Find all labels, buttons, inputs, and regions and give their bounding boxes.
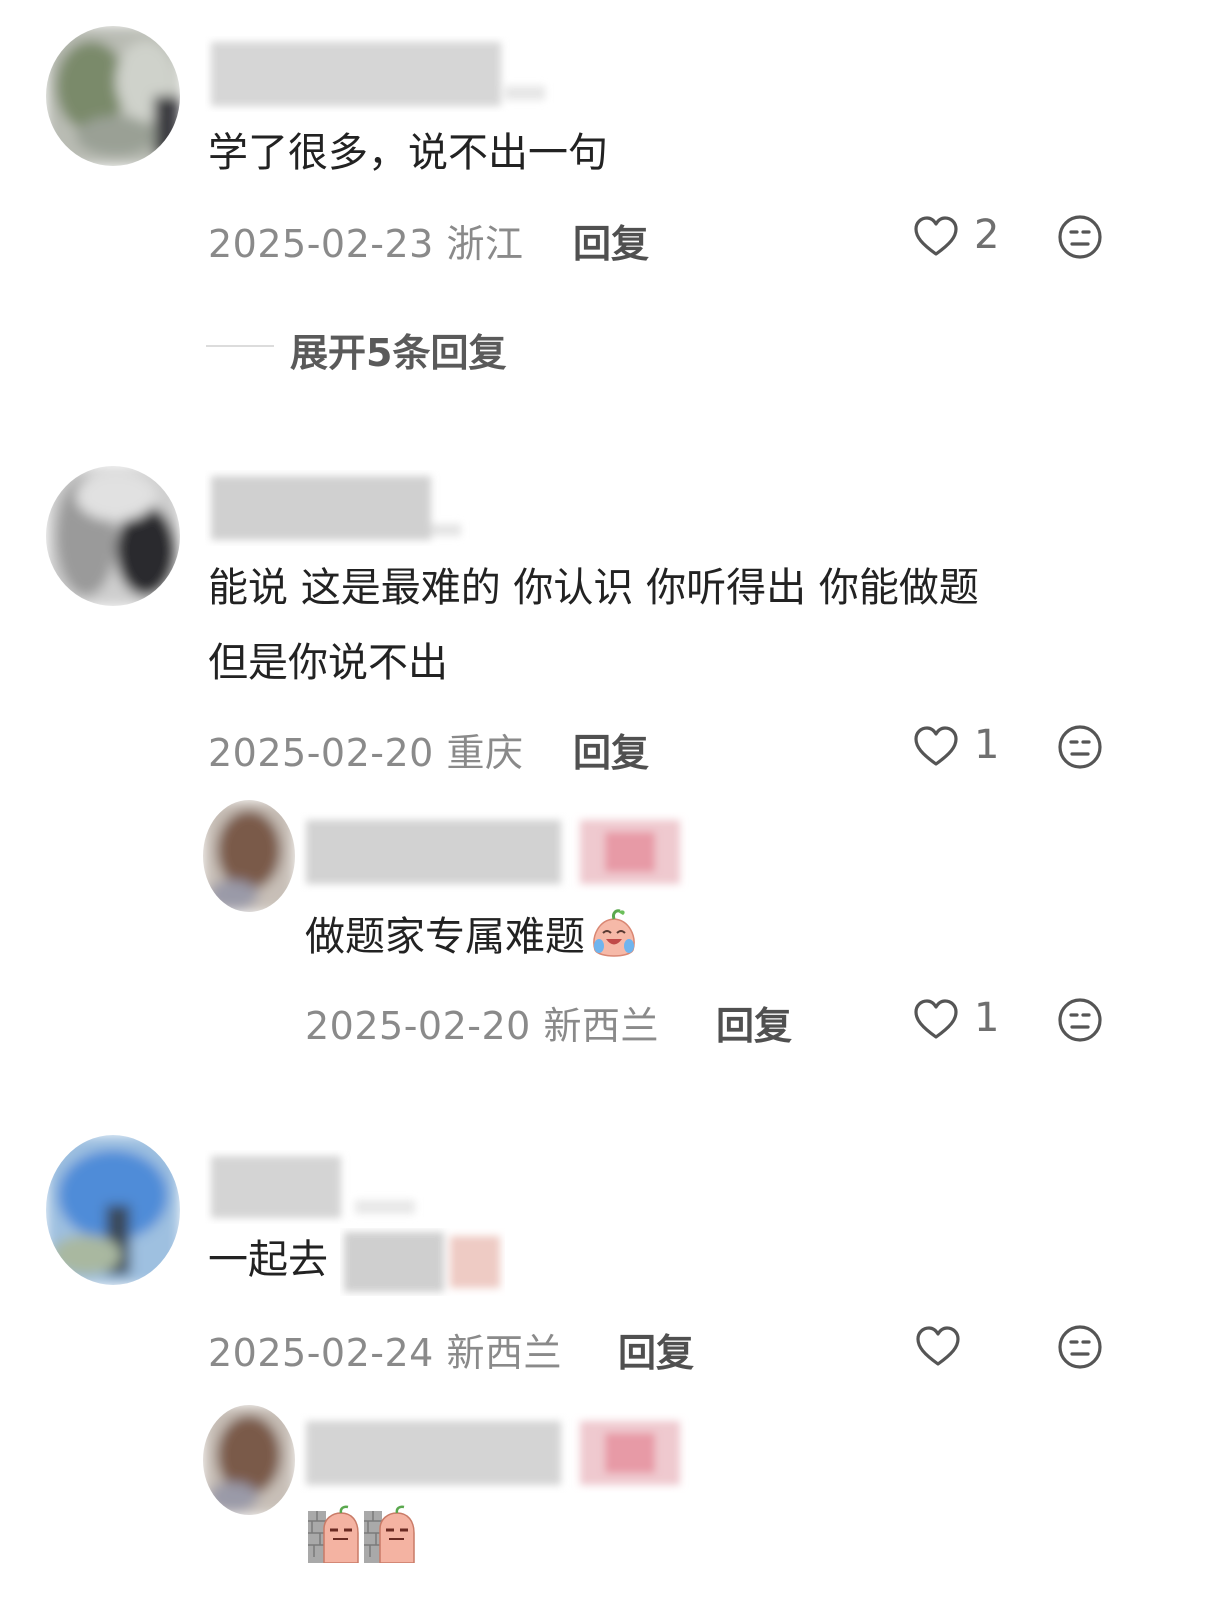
like-count: 1 — [974, 995, 1000, 1041]
comment-location: 新西兰 — [446, 1331, 562, 1375]
reply-username-redacted[interactable] — [300, 1413, 690, 1493]
like-count: 2 — [974, 212, 1000, 258]
comment-text: 学了很多，说不出一句 — [208, 130, 608, 176]
avatar[interactable] — [46, 466, 180, 606]
username-redacted[interactable] — [205, 1150, 435, 1224]
dislike-meh-icon[interactable] — [1056, 213, 1104, 261]
reply-text: 做题家专属难题 — [305, 906, 643, 979]
reply-location: 新西兰 — [543, 1004, 659, 1048]
dislike-meh-icon[interactable] — [1056, 723, 1104, 771]
avatar[interactable] — [46, 1135, 180, 1285]
reply-button[interactable]: 回复 — [716, 995, 792, 1050]
reply-meta: 2025-02-20 新西兰 — [305, 995, 659, 1050]
reply-username-redacted[interactable] — [300, 812, 690, 892]
mention-redacted[interactable] — [340, 1228, 505, 1296]
dislike-meh-icon[interactable] — [1056, 996, 1104, 1044]
comment-text: 一起去 — [208, 1232, 328, 1288]
comment-location: 重庆 — [446, 731, 524, 775]
comment-location: 浙江 — [446, 222, 524, 266]
dislike-meh-icon[interactable] — [1056, 1323, 1104, 1371]
comment-date: 2025-02-23 — [208, 222, 434, 266]
reply-avatar[interactable] — [203, 800, 295, 912]
expand-divider — [206, 345, 274, 347]
reply-button[interactable]: 回复 — [573, 213, 649, 268]
like-count: 1 — [974, 722, 1000, 768]
comment-text-content: 一起去 — [208, 1237, 328, 1283]
comment-text-line2: 但是你说不出 — [208, 640, 448, 686]
reply-avatar[interactable] — [203, 1405, 295, 1515]
heart-icon[interactable] — [912, 723, 960, 771]
peeking-emoji-icon — [364, 1505, 418, 1567]
reply-button[interactable]: 回复 — [618, 1322, 694, 1377]
comment-text-line1: 能说 这是最难的 你认识 你听得出 你能做题 — [208, 565, 979, 611]
username-redacted[interactable] — [205, 470, 475, 546]
heart-icon[interactable] — [912, 996, 960, 1044]
comment-meta: 2025-02-20 重庆 — [208, 722, 523, 777]
comment-date: 2025-02-20 — [208, 731, 434, 775]
reply-text-content: 做题家专属难题 — [305, 914, 585, 960]
avatar[interactable] — [46, 26, 180, 166]
expand-replies-button[interactable]: 展开5条回复 — [290, 322, 506, 377]
username-redacted[interactable] — [205, 36, 555, 112]
comment-meta: 2025-02-23 浙江 — [208, 213, 523, 268]
crying-laugh-emoji-icon — [585, 906, 643, 979]
peeking-emoji-icon — [308, 1505, 362, 1567]
reply-emoji-row — [308, 1505, 428, 1564]
heart-icon[interactable] — [914, 1323, 962, 1371]
comment-date: 2025-02-24 — [208, 1331, 434, 1375]
reply-button[interactable]: 回复 — [573, 722, 649, 777]
heart-icon[interactable] — [912, 213, 960, 261]
reply-date: 2025-02-20 — [305, 1004, 531, 1048]
comment-meta: 2025-02-24 新西兰 — [208, 1322, 562, 1377]
